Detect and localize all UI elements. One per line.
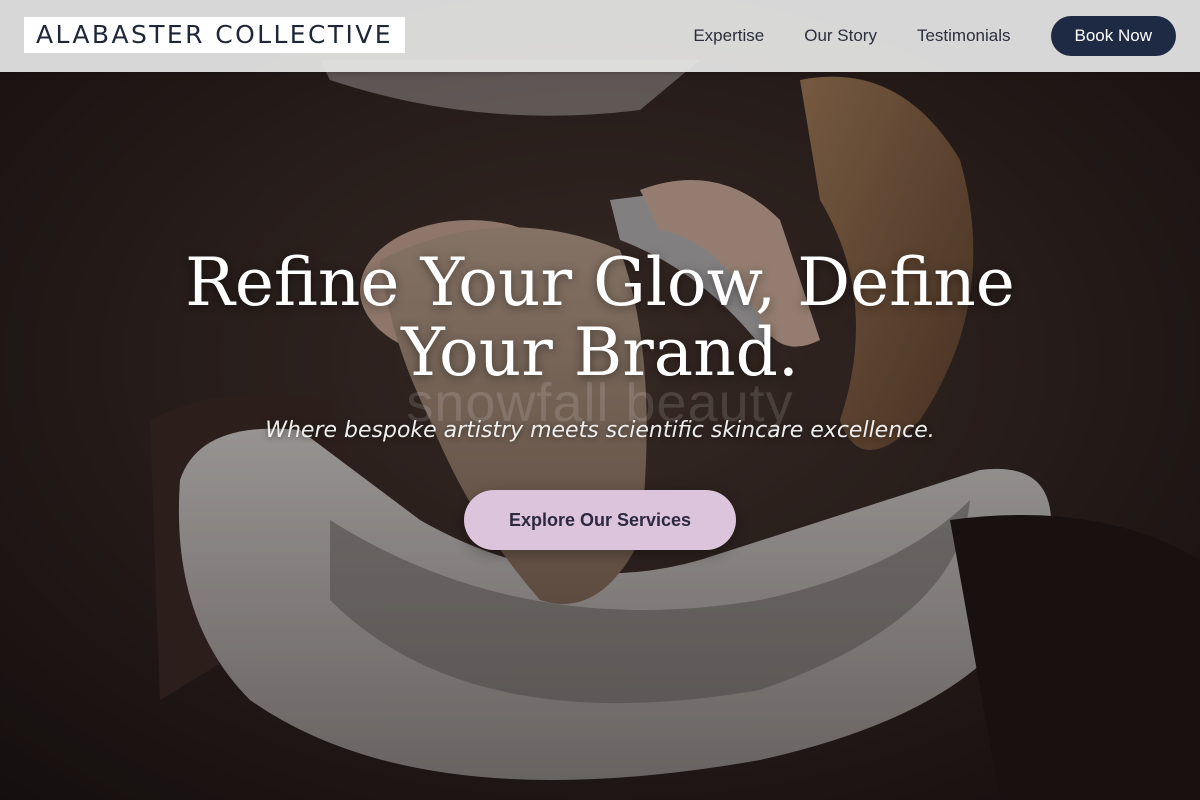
book-now-button[interactable]: Book Now: [1050, 16, 1176, 56]
explore-services-button[interactable]: Explore Our Services: [464, 490, 736, 550]
main-nav: Expertise Our Story Testimonials Book No…: [693, 16, 1176, 56]
nav-link-our-story[interactable]: Our Story: [804, 26, 877, 46]
site-logo[interactable]: ALABASTER COLLECTIVE: [24, 17, 405, 53]
nav-link-expertise[interactable]: Expertise: [693, 26, 764, 46]
site-header: ALABASTER COLLECTIVE Expertise Our Story…: [0, 0, 1200, 72]
hero-content: Refine Your Glow, Define Your Brand.: [0, 248, 1200, 388]
hero-title: Refine Your Glow, Define Your Brand.: [185, 244, 1015, 391]
nav-link-testimonials[interactable]: Testimonials: [917, 26, 1011, 46]
hero-subtitle: Where bespoke artistry meets scientific …: [265, 418, 935, 443]
